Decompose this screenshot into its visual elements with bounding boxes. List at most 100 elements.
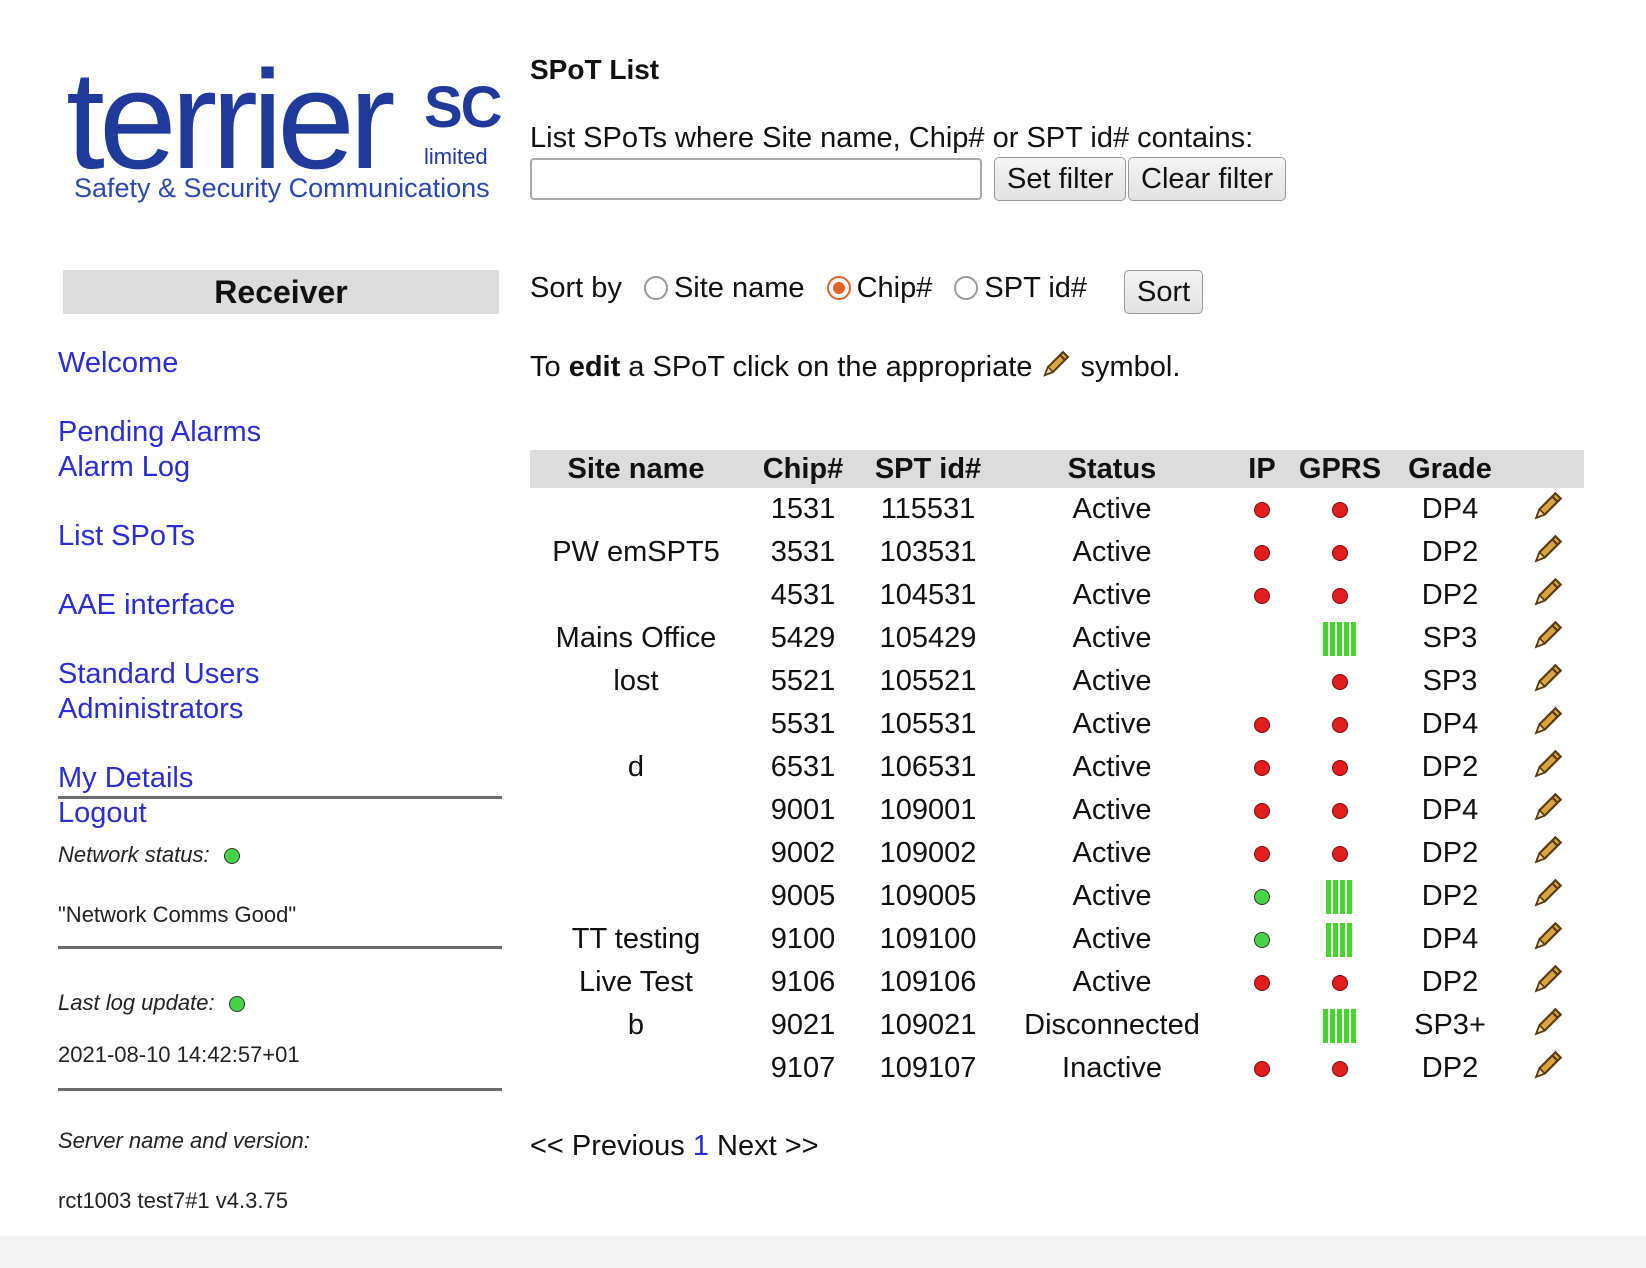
logo-limited: limited [424, 144, 488, 169]
receiver-title: Receiver [63, 270, 499, 314]
cell-chip: 9005 [770, 880, 836, 912]
network-status-label: Network status: [58, 842, 240, 868]
edit-pencil-icon[interactable] [1531, 749, 1565, 788]
cell-spt-id: 104531 [879, 579, 977, 611]
ip-red-dot-icon [1254, 545, 1270, 562]
sidebar-divider [58, 1088, 502, 1091]
cell-gprs [1292, 746, 1388, 789]
edit-pencil-icon[interactable] [1531, 534, 1565, 573]
cell-status: Active [1072, 536, 1152, 568]
cell-gprs [1292, 617, 1388, 660]
cell-status: Active [1072, 794, 1152, 826]
spot-table: Site name Chip# SPT id# Status IP GPRS G… [530, 450, 1584, 1090]
server-version-value: rct1003 test7#1 v4.3.75 [58, 1188, 288, 1213]
cell-status: Active [1072, 493, 1152, 525]
edit-pencil-icon[interactable] [1531, 1007, 1565, 1046]
edit-pencil-icon[interactable] [1531, 792, 1565, 831]
cell-gprs [1292, 789, 1388, 832]
ip-red-dot-icon [1254, 975, 1270, 992]
cell-status: Active [1072, 837, 1152, 869]
table-row: PW emSPT5 3531 103531 Active DP2 [530, 531, 1584, 574]
table-row: d 6531 106531 Active DP2 [530, 746, 1584, 789]
cell-edit [1512, 660, 1584, 703]
cell-grade: DP4 [1421, 923, 1479, 955]
edit-pencil-icon[interactable] [1531, 878, 1565, 917]
cell-spt-id: 105521 [879, 665, 977, 697]
edit-pencil-icon[interactable] [1531, 706, 1565, 745]
gprs-red-dot-icon [1332, 975, 1348, 992]
edit-pencil-icon[interactable] [1531, 620, 1565, 659]
cell-status: Active [1072, 923, 1152, 955]
table-row: 9005 109005 Active DP2 [530, 875, 1584, 918]
cell-status: Active [1072, 579, 1152, 611]
cell-site-name [530, 875, 742, 918]
cell-site-name [530, 703, 742, 746]
set-filter-button[interactable]: Set filter [994, 157, 1127, 201]
cell-gprs [1292, 531, 1388, 574]
cell-status: Active [1072, 751, 1152, 783]
ip-red-dot-icon [1254, 846, 1270, 863]
table-row: b 9021 109021 Disconnected SP3+ [530, 1004, 1584, 1047]
edit-pencil-icon[interactable] [1531, 663, 1565, 702]
nav-my-details[interactable]: My Details [58, 761, 261, 796]
table-row: 9107 109107 Inactive DP2 [530, 1047, 1584, 1090]
page-title: SPoT List [530, 54, 660, 85]
clear-filter-button[interactable]: Clear filter [1128, 157, 1287, 201]
sort-option-label: Chip# [856, 272, 933, 304]
nav-aae-interface[interactable]: AAE interface [58, 588, 261, 623]
nav-pending-alarms[interactable]: Pending Alarms [58, 415, 261, 450]
gprs-red-dot-icon [1332, 588, 1348, 605]
cell-site-name: TT testing [571, 923, 701, 955]
sort-option-label: Site name [673, 272, 805, 304]
nav-welcome[interactable]: Welcome [58, 346, 261, 381]
gprs-red-dot-icon [1332, 717, 1348, 734]
edit-pencil-icon[interactable] [1531, 964, 1565, 1003]
edit-pencil-icon[interactable] [1531, 921, 1565, 960]
cell-chip: 9106 [770, 966, 836, 998]
col-edit [1512, 450, 1584, 488]
col-spt-id: SPT id# [864, 450, 992, 488]
cell-ip [1232, 961, 1292, 1004]
cell-gprs [1292, 961, 1388, 1004]
server-version-label: Server name and version: [58, 1128, 310, 1153]
sort-button[interactable]: Sort [1124, 270, 1204, 314]
sort-radio-spt-id[interactable] [954, 276, 979, 300]
cell-site-name [530, 832, 742, 875]
cell-chip: 9002 [770, 837, 836, 869]
table-row: lost 5521 105521 Active SP3 [530, 660, 1584, 703]
pager-next[interactable]: Next >> [717, 1130, 819, 1162]
cell-edit [1512, 531, 1584, 574]
cell-grade: DP2 [1421, 837, 1479, 869]
cell-ip [1232, 574, 1292, 617]
logo-wordmark: terrier [66, 41, 396, 198]
cell-spt-id: 109106 [879, 966, 977, 998]
cell-ip [1232, 832, 1292, 875]
nav-list-spots[interactable]: List SPoTs [58, 519, 261, 554]
edit-pencil-icon[interactable] [1531, 577, 1565, 616]
cell-spt-id: 105531 [879, 708, 977, 740]
nav-alarm-log[interactable]: Alarm Log [58, 450, 261, 485]
edit-pencil-icon[interactable] [1531, 835, 1565, 874]
terrier-logo: terrier SC limited Safety & Security Com… [58, 50, 504, 206]
table-row: 9001 109001 Active DP4 [530, 789, 1584, 832]
cell-spt-id: 105429 [879, 622, 977, 654]
sort-radio-site-name[interactable] [643, 276, 668, 300]
network-status-value: "Network Comms Good" [58, 902, 297, 927]
pager-page-1[interactable]: 1 [693, 1130, 709, 1162]
table-row: 4531 104531 Active DP2 [530, 574, 1584, 617]
cell-grade: DP4 [1421, 493, 1479, 525]
cell-site-name [530, 1047, 742, 1090]
edit-pencil-icon[interactable] [1531, 491, 1565, 530]
pagination: << Previous 1 Next >> [530, 1130, 819, 1163]
pager-previous[interactable]: << Previous [530, 1130, 685, 1162]
cell-edit [1512, 617, 1584, 660]
filter-input[interactable] [530, 158, 982, 200]
cell-status: Active [1072, 622, 1152, 654]
ip-green-dot-icon [1254, 932, 1270, 949]
nav-standard-users[interactable]: Standard Users [58, 657, 261, 692]
cell-ip [1232, 488, 1292, 531]
nav-logout[interactable]: Logout [58, 796, 261, 831]
nav-administrators[interactable]: Administrators [58, 692, 261, 727]
sort-radio-chip[interactable] [826, 276, 851, 300]
edit-pencil-icon[interactable] [1531, 1050, 1565, 1089]
